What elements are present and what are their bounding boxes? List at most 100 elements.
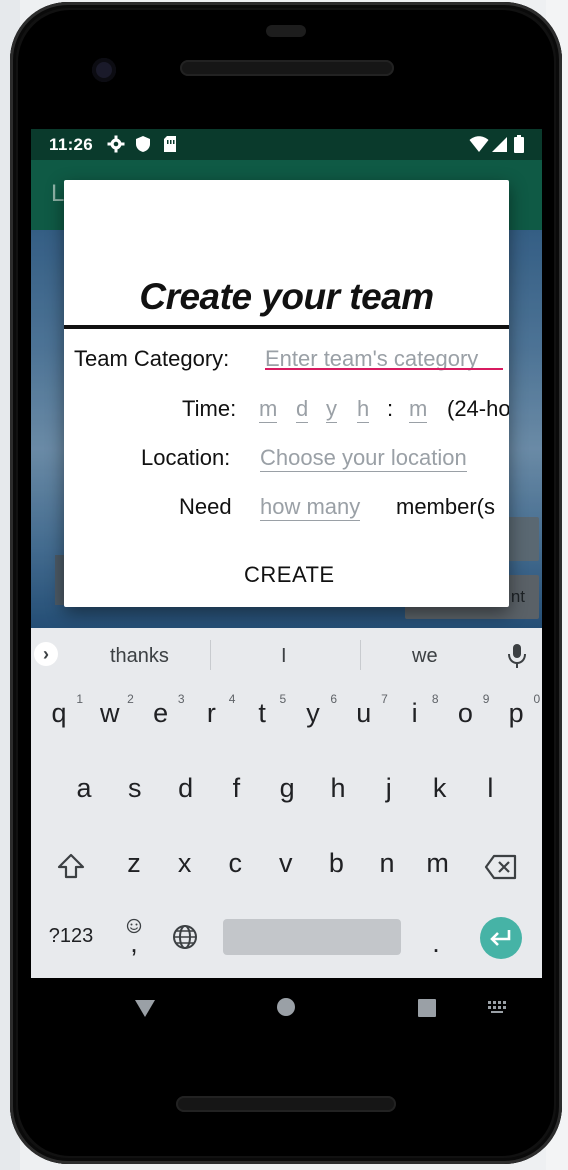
microphone-icon[interactable] (507, 642, 527, 670)
location-label: Location: (141, 445, 231, 470)
key-number-hint: 7 (381, 692, 388, 706)
key-label: y (306, 698, 320, 728)
front-camera (92, 58, 116, 82)
shift-icon[interactable] (57, 852, 85, 880)
time-day-input[interactable]: d (296, 396, 309, 423)
key-n[interactable]: n (367, 848, 407, 879)
key-c[interactable]: c (215, 848, 255, 879)
key-z[interactable]: z (114, 848, 154, 879)
key-number-hint: 1 (76, 692, 83, 706)
key-a[interactable]: a (64, 773, 104, 804)
time-format-note: (24-ho (447, 396, 509, 421)
key-number-hint: 6 (330, 692, 337, 706)
key-h[interactable]: h (318, 773, 358, 804)
member-suffix: member(s (396, 494, 496, 519)
period-key[interactable]: . (416, 928, 456, 959)
time-minute-input[interactable]: m (409, 396, 428, 423)
key-label: w (100, 698, 120, 728)
member-count-input[interactable]: how many (260, 494, 361, 521)
chevron-right-icon[interactable]: › (34, 642, 58, 666)
key-d[interactable]: d (166, 773, 206, 804)
key-q[interactable]: q1 (39, 692, 83, 729)
key-label: e (153, 698, 169, 728)
enter-key[interactable] (480, 917, 522, 959)
key-i[interactable]: i8 (395, 692, 439, 729)
space-key[interactable] (223, 919, 401, 955)
key-x[interactable]: x (165, 848, 205, 879)
key-o[interactable]: o9 (445, 692, 490, 729)
location-input[interactable]: Choose your location (260, 445, 467, 472)
bottom-speaker-grille (176, 1096, 396, 1112)
key-t[interactable]: t5 (242, 692, 286, 729)
key-r[interactable]: r4 (191, 692, 236, 729)
comma-key[interactable]: , (114, 928, 154, 959)
time-label: Time: (182, 396, 237, 421)
symbols-key[interactable]: ?123 (41, 925, 101, 948)
globe-icon[interactable] (172, 924, 198, 950)
suggestion-divider (360, 640, 361, 670)
key-number-hint: 0 (533, 692, 541, 706)
key-w[interactable]: w2 (90, 692, 134, 729)
top-speaker-grille (180, 60, 394, 76)
enter-arrow-icon (490, 930, 511, 946)
backspace-icon[interactable] (484, 854, 518, 880)
battery-icon (514, 135, 524, 153)
wifi-icon (469, 136, 489, 152)
key-m[interactable]: m (418, 848, 458, 879)
key-label: i (411, 698, 418, 728)
time-year-input[interactable]: y (326, 396, 337, 423)
suggestion-bar: › thanks I we (31, 628, 542, 683)
key-k[interactable]: k (420, 773, 460, 804)
key-label: p (508, 698, 524, 728)
key-e[interactable]: e3 (141, 692, 185, 729)
key-number-hint: 5 (279, 692, 287, 706)
key-p[interactable]: p0 (496, 692, 541, 729)
keyboard-switch-icon[interactable] (487, 1000, 509, 1014)
cellular-signal-icon (492, 137, 507, 152)
suggestion-2[interactable]: I (281, 645, 287, 668)
key-label: t (258, 698, 266, 728)
title-divider (64, 325, 509, 329)
key-label: q (51, 698, 67, 728)
dialog-title: Create your team (139, 276, 434, 317)
create-button[interactable]: CREATE (244, 562, 335, 588)
shield-icon (136, 136, 150, 152)
app-title: L (51, 180, 65, 207)
suggestion-divider (210, 640, 211, 670)
key-g[interactable]: g (267, 773, 307, 804)
back-triangle-icon[interactable] (134, 998, 156, 1018)
key-f[interactable]: f (216, 773, 256, 804)
key-j[interactable]: j (369, 773, 409, 804)
earpiece (266, 25, 306, 37)
sim-card-icon (164, 136, 176, 152)
phone-screen: 11:26 L nt Create your team Team Categor… (31, 129, 542, 1033)
soft-keyboard: › thanks I we q1w2e3r4t5y6u7i8o9p0 asdfg… (31, 628, 542, 978)
recents-square-icon[interactable] (417, 998, 437, 1018)
create-team-dialog: Create your team Team Category: Enter te… (64, 180, 509, 607)
team-category-focus-underline (265, 368, 503, 370)
key-number-hint: 4 (228, 692, 236, 706)
status-bar: 11:26 (31, 129, 542, 160)
suggestion-1[interactable]: thanks (110, 645, 169, 668)
key-number-hint: 3 (177, 692, 185, 706)
team-category-label: Team Category: (74, 346, 230, 371)
key-v[interactable]: v (266, 848, 306, 879)
suggestion-3[interactable]: we (412, 645, 438, 668)
home-circle-icon[interactable] (276, 997, 296, 1017)
key-label: o (457, 698, 473, 728)
key-number-hint: 9 (482, 692, 490, 706)
key-l[interactable]: l (470, 773, 510, 804)
time-colon: : (387, 396, 394, 421)
time-hour-input[interactable]: h (357, 396, 370, 423)
status-time: 11:26 (49, 135, 94, 154)
time-month-input[interactable]: m (259, 396, 278, 423)
need-label: Need (179, 494, 232, 519)
key-number-hint: 8 (431, 692, 439, 706)
key-label: u (356, 698, 372, 728)
navigation-bar (31, 978, 542, 1033)
key-u[interactable]: u7 (344, 692, 388, 729)
key-s[interactable]: s (115, 773, 155, 804)
key-y[interactable]: y6 (293, 692, 337, 729)
key-b[interactable]: b (316, 848, 356, 879)
settings-gear-icon (107, 135, 125, 153)
